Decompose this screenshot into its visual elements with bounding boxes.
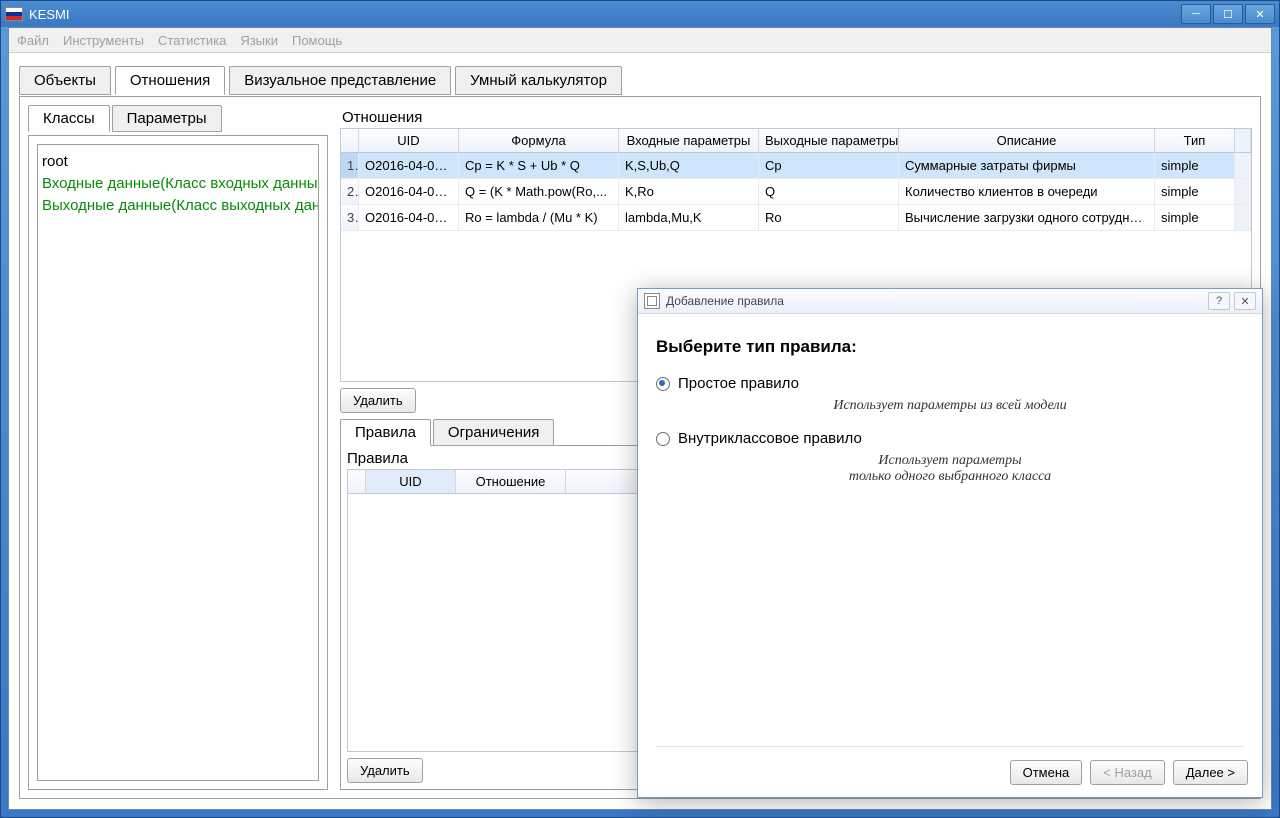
radio-icon (656, 432, 670, 446)
menu-help[interactable]: Помощь (292, 33, 342, 48)
row-number: 3 (341, 205, 359, 230)
col-description[interactable]: Описание (899, 129, 1155, 152)
col-formula[interactable]: Формула (459, 129, 619, 152)
radio-simple-label: Простое правило (678, 375, 799, 392)
cell-formula[interactable]: Ro = lambda / (Mu * K) (459, 205, 619, 230)
add-rule-dialog: Добавление правила ? ✕ Выберите тип прав… (637, 288, 1263, 798)
hint-class: Использует параметры только одного выбра… (656, 453, 1244, 485)
cell-out[interactable]: Cp (759, 153, 899, 178)
dialog-help-button[interactable]: ? (1208, 292, 1230, 310)
radio-simple-rule[interactable]: Простое правило (656, 375, 1244, 392)
cell-type[interactable]: simple (1155, 205, 1235, 230)
cell-formula[interactable]: Cp = K * S + Ub * Q (459, 153, 619, 178)
table-row[interactable]: 2 O2016-04-01... Q = (K * Math.pow(Ro,..… (341, 179, 1251, 205)
cell-in[interactable]: lambda,Mu,K (619, 205, 759, 230)
hint-simple: Использует параметры из всей модели (656, 398, 1244, 414)
radio-icon (656, 377, 670, 391)
tab-constraints[interactable]: Ограничения (433, 419, 554, 446)
row-number: 1 (341, 153, 359, 178)
dialog-icon (644, 293, 660, 309)
grid-scroll-corner (1235, 129, 1251, 152)
tab-relations[interactable]: Отношения (115, 66, 225, 95)
delete-rule-button[interactable]: Удалить (347, 758, 423, 783)
col-uid[interactable]: UID (359, 129, 459, 152)
col-type[interactable]: Тип (1155, 129, 1235, 152)
tab-calculator[interactable]: Умный калькулятор (455, 66, 622, 95)
cell-type[interactable]: simple (1155, 153, 1235, 178)
cell-desc[interactable]: Суммарные затраты фирмы (899, 153, 1155, 178)
class-tree[interactable]: root Входные данные(Класс входных данных… (37, 144, 319, 781)
radio-class-label: Внутриклассовое правило (678, 430, 862, 447)
tree-root[interactable]: root (42, 151, 314, 173)
col-relation[interactable]: Отношение (456, 470, 566, 493)
tree-output-data[interactable]: Выходные данные(Класс выходных данных) (42, 195, 314, 217)
menu-file[interactable]: Файл (17, 33, 49, 48)
table-row[interactable]: 3 O2016-04-01... Ro = lambda / (Mu * K) … (341, 205, 1251, 231)
back-button[interactable]: < Назад (1090, 760, 1164, 785)
relations-header: UID Формула Входные параметры Выходные п… (341, 129, 1251, 153)
left-panel: Классы Параметры root Входные данные(Кла… (28, 105, 328, 790)
subtab-classes[interactable]: Классы (28, 105, 110, 132)
cell-uid[interactable]: O2016-04-01... (359, 179, 459, 204)
tree-input-data[interactable]: Входные данные(Класс входных данных) (42, 173, 314, 195)
dialog-title: Добавление правила (666, 294, 784, 308)
cell-desc[interactable]: Количество клиентов в очереди (899, 179, 1155, 204)
window-title: KESMI (29, 7, 1181, 22)
close-button[interactable]: ✕ (1245, 4, 1275, 24)
col-output-params[interactable]: Выходные параметры (759, 129, 899, 152)
menu-tools[interactable]: Инструменты (63, 33, 144, 48)
cell-formula[interactable]: Q = (K * Math.pow(Ro,... (459, 179, 619, 204)
relations-label: Отношения (342, 109, 1252, 126)
col-rownum[interactable] (341, 129, 359, 152)
cell-out[interactable]: Ro (759, 205, 899, 230)
next-button[interactable]: Далее > (1173, 760, 1248, 785)
tree-container: root Входные данные(Класс входных данных… (28, 135, 328, 790)
dialog-heading: Выберите тип правила: (656, 337, 1244, 357)
col-input-params[interactable]: Входные параметры (619, 129, 759, 152)
subtab-params[interactable]: Параметры (112, 105, 222, 132)
dialog-close-button[interactable]: ✕ (1234, 292, 1256, 310)
table-row[interactable]: 1 O2016-04-01... Cp = K * S + Ub * Q K,S… (341, 153, 1251, 179)
tab-rules[interactable]: Правила (340, 419, 431, 446)
dialog-titlebar: Добавление правила ? ✕ (638, 289, 1262, 314)
cell-uid[interactable]: O2016-04-01... (359, 153, 459, 178)
cell-desc[interactable]: Вычисление загрузки одного сотрудника (899, 205, 1155, 230)
cell-in[interactable]: K,Ro (619, 179, 759, 204)
minimize-button[interactable]: ─ (1181, 4, 1211, 24)
cell-type[interactable]: simple (1155, 179, 1235, 204)
col-uid[interactable]: UID (366, 470, 456, 493)
dialog-separator (656, 746, 1244, 747)
col-rownum[interactable] (348, 470, 366, 493)
cell-uid[interactable]: O2016-04-01... (359, 205, 459, 230)
menu-stats[interactable]: Статистика (158, 33, 226, 48)
tab-objects[interactable]: Объекты (19, 66, 111, 95)
titlebar: KESMI ─ ☐ ✕ (1, 1, 1279, 27)
cell-out[interactable]: Q (759, 179, 899, 204)
app-flag-icon (5, 7, 23, 21)
dialog-body: Выберите тип правила: Простое правило Ис… (656, 329, 1244, 739)
dialog-buttons: Отмена < Назад Далее > (1010, 760, 1248, 785)
tab-visual[interactable]: Визуальное представление (229, 66, 451, 95)
menu-langs[interactable]: Языки (240, 33, 278, 48)
radio-class-rule[interactable]: Внутриклассовое правило (656, 430, 1244, 447)
cell-in[interactable]: K,S,Ub,Q (619, 153, 759, 178)
maximize-button[interactable]: ☐ (1213, 4, 1243, 24)
menubar: Файл Инструменты Статистика Языки Помощь (9, 28, 1271, 53)
delete-relation-button[interactable]: Удалить (340, 388, 416, 413)
row-number: 2 (341, 179, 359, 204)
cancel-button[interactable]: Отмена (1010, 760, 1083, 785)
